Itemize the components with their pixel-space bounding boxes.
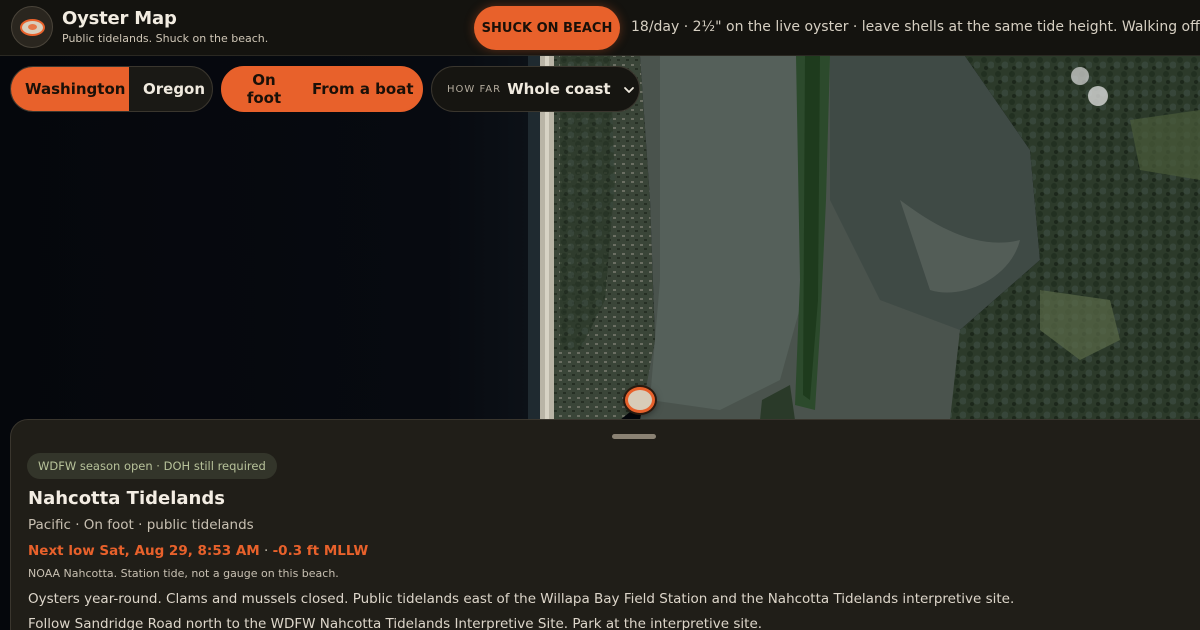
state-option-oregon[interactable]: Oregon: [129, 67, 212, 111]
season-status-badge: WDFW season open · DOH still required: [27, 453, 277, 479]
app-title: Oyster Map: [62, 8, 177, 29]
chevron-down-icon: [623, 87, 634, 93]
oyster-logo-icon[interactable]: [11, 6, 53, 48]
shuck-on-beach-button[interactable]: SHUCK ON BEACH: [474, 6, 620, 50]
site-directions: Follow Sandridge Road north to the WDFW …: [28, 616, 763, 630]
site-description: Oysters year-round. Clams and mussels cl…: [28, 591, 1015, 607]
app-subtitle: Public tidelands. Shuck on the beach.: [62, 32, 269, 45]
site-meta: Pacific · On foot · public tidelands: [28, 517, 254, 533]
state-toggle: Washington Oregon: [10, 66, 213, 112]
range-select[interactable]: HOW FAR Whole coast: [431, 66, 640, 112]
tide-level: -0.3 ft MLLW: [272, 543, 369, 559]
rules-ticker: 18/day · 2½" on the live oyster · leave …: [631, 19, 1200, 35]
station-note: NOAA Nahcotta. Station tide, not a gauge…: [28, 567, 339, 580]
next-low-tide: Next low Sat, Aug 29, 8:53 AM · -0.3 ft …: [28, 543, 368, 559]
site-detail-sheet: WDFW season open · DOH still required Na…: [10, 419, 1200, 630]
site-name: Nahcotta Tidelands: [28, 488, 225, 509]
sheet-drag-handle[interactable]: [612, 434, 656, 439]
next-low-time: Next low Sat, Aug 29, 8:53 AM: [28, 543, 260, 559]
tide-separator: ·: [259, 543, 273, 559]
range-value: Whole coast: [507, 80, 611, 98]
range-label: HOW FAR: [447, 83, 502, 95]
oyster-marker-icon[interactable]: [625, 387, 655, 413]
access-option-on-foot[interactable]: On foot: [222, 67, 306, 111]
access-option-from-boat[interactable]: From a boat: [306, 67, 422, 111]
access-toggle: On foot From a boat: [221, 66, 423, 112]
state-option-washington[interactable]: Washington: [11, 67, 129, 111]
app-header: Oyster Map Public tidelands. Shuck on th…: [0, 0, 1200, 56]
